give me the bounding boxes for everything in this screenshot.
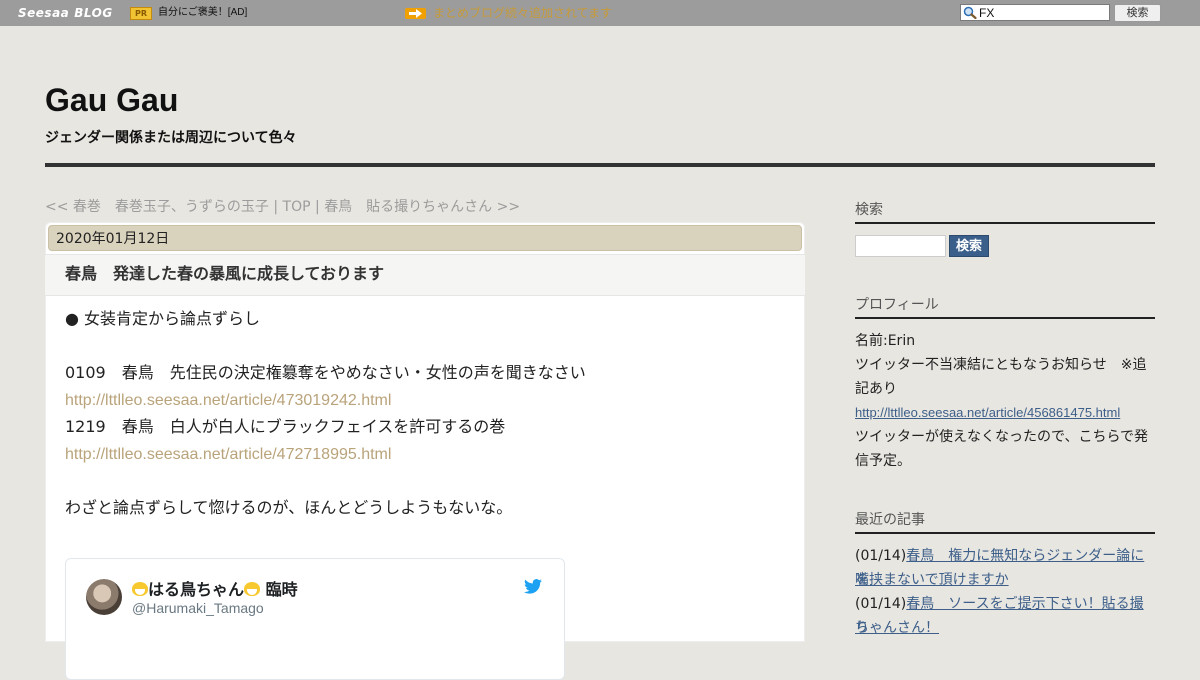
recent-article-link[interactable]: ちゃんさん！ [855,620,939,636]
prev-article-link[interactable]: << 春巻 春巻玉子、うずらの玉子 [45,199,269,215]
recent-article-date: (01/14) [855,596,907,612]
chick-emoji-icon [132,582,148,596]
arrow-right-icon [405,8,426,19]
profile-name: 名前:Erin [855,333,916,349]
nav-separator: | [268,199,283,215]
profile-text: ツイッターが使えなくなったので、こちらで発 [855,429,1149,445]
profile-text: 記あり [855,381,897,397]
next-article-link[interactable]: 春鳥 貼る撮りちゃんさん >> [324,199,520,215]
tweet-author-name[interactable]: はる鳥ちゃん 臨時 [132,579,298,601]
site-title[interactable]: Gau Gau [45,80,178,120]
recent-article-link[interactable]: を挟まないで頂けますか [855,572,1009,588]
article-text: 0109 春鳥 先住民の決定権簒奪をやめなさい・女性の声を聞きなさい [65,363,586,382]
top-bar: Seesaa BLOG PR 自分にご褒美！[AD] まとめブログ続々追加されてま… [0,0,1200,26]
embedded-tweet[interactable]: はる鳥ちゃん 臨時 @Harumaki_Tamago [65,558,565,680]
sidebar-search-button[interactable]: 検索 [949,235,989,257]
article-date: 2020年01月12日 [48,225,802,251]
logo-text: Seesaa [18,6,70,20]
seesaa-blog-logo[interactable]: Seesaa BLOG [18,5,113,21]
nav-separator: | [310,199,325,215]
header-divider [45,163,1155,167]
top-search-input[interactable] [979,5,1107,20]
profile-link[interactable]: http://lttlleo.seesaa.net/article/456861… [855,405,1120,420]
tweet-author-display-name: はる鳥ちゃん [148,580,245,599]
top-search-button[interactable]: 検索 [1114,4,1161,22]
article-text: ● 女装肯定から論点ずらし [65,309,261,328]
recent-article-date: (01/14) [855,548,907,564]
top-search-box[interactable] [960,4,1110,21]
sidebar-profile-heading: プロフィール [855,295,1155,319]
pr-badge: PR [130,7,152,20]
tweet-author-handle[interactable]: @Harumaki_Tamago [132,599,264,617]
article-navigation: << 春巻 春巻玉子、うずらの玉子 | TOP | 春鳥 貼る撮りちゃんさん >… [45,198,520,216]
sidebar-search-heading: 検索 [855,200,1155,224]
logo-blog-text: BLOG [74,6,113,20]
article-text: わざと論点ずらして惚けるのが、ほんとどうしようもないな。 [65,498,513,517]
article-title-bar: 春鳥 発達した春の暴風に成長しております [45,254,805,296]
article-text: 1219 春鳥 白人が白人にブラックフェイスを許可するの巻 [65,417,506,436]
article-title[interactable]: 春鳥 発達した春の暴風に成長しております [65,263,384,285]
search-icon [963,6,977,19]
sidebar-recent-heading: 最近の記事 [855,510,1155,534]
avatar[interactable] [86,579,122,615]
chick-emoji-icon [244,582,261,596]
profile-text: ツイッター不当凍結にともなうお知らせ ※追 [855,357,1147,373]
ad-link[interactable]: 自分にご褒美！[AD] [158,6,247,20]
sidebar-search-input[interactable] [855,235,946,257]
tweet-author-suffix: 臨時 [265,580,298,599]
top-link[interactable]: TOP [283,199,311,215]
article-link[interactable]: http://lttlleo.seesaa.net/article/473019… [65,392,391,409]
twitter-bird-icon[interactable] [524,579,542,594]
article: 2020年01月12日 春鳥 発達した春の暴風に成長しております ● 女装肯定か… [45,222,805,680]
article-link[interactable]: http://lttlleo.seesaa.net/article/472718… [65,446,391,463]
notice-link[interactable]: まとめブログ続々追加されてます [433,5,612,21]
site-description: ジェンダー関係または周辺について色々 [45,130,297,146]
profile-text: 信予定。 [855,453,911,469]
